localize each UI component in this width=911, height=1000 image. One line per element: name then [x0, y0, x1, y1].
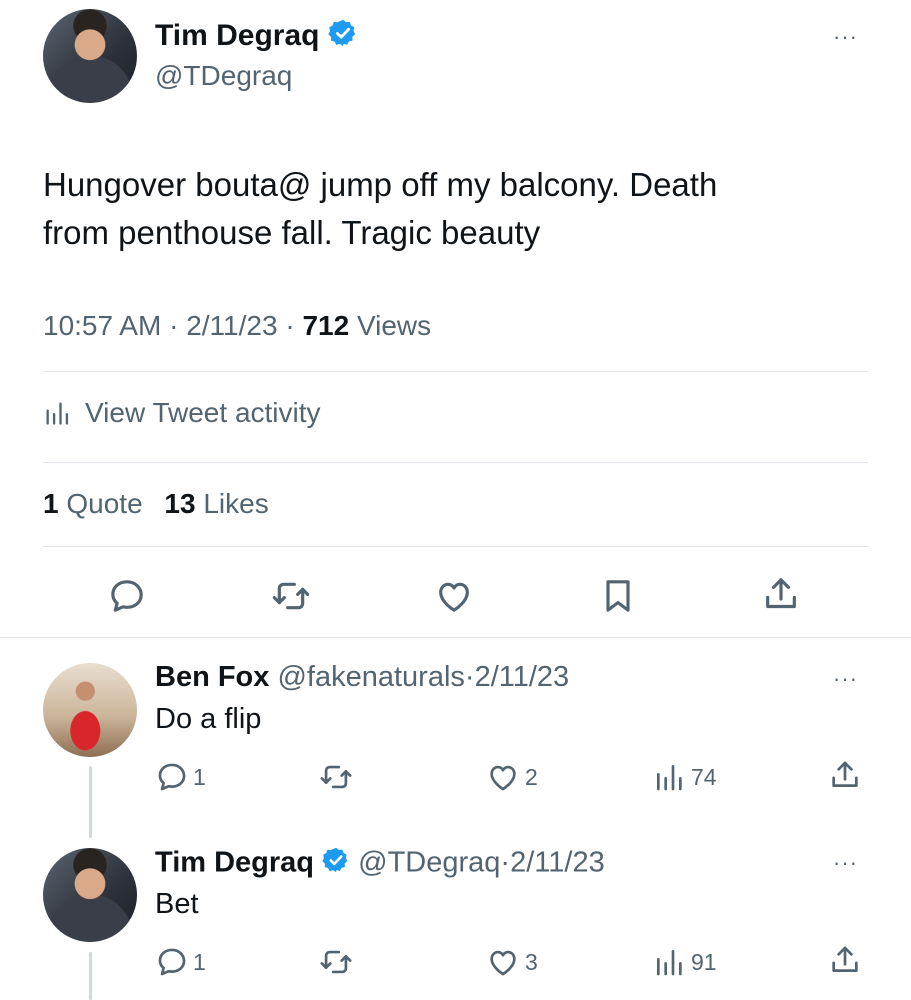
like-icon: [485, 760, 521, 794]
reply-2-header: Tim Degraq @TDegraq·2/11/23: [155, 846, 605, 882]
reply-1-author-name[interactable]: Ben Fox: [155, 661, 269, 693]
reply-2-like-button[interactable]: 3: [485, 945, 538, 979]
likes-label: Likes: [203, 488, 269, 519]
reply-1-avatar[interactable]: [43, 663, 137, 757]
retweet-icon[interactable]: [318, 945, 354, 979]
main-tweet-text-line1: Hungover bouta@ jump off my balcony. Dea…: [43, 166, 718, 203]
reply-2-reply-button[interactable]: 1: [155, 945, 206, 979]
reply-2-like-count: 3: [525, 948, 538, 975]
reply-1-like-count: 2: [525, 763, 538, 790]
retweet-icon[interactable]: [318, 760, 354, 794]
reply-2-author-name[interactable]: Tim Degraq: [155, 847, 314, 879]
reply-1-view-count: 74: [691, 763, 717, 790]
analytics-icon: [653, 760, 685, 794]
divider: [43, 371, 868, 372]
main-tweet-views-label: Views: [356, 310, 432, 341]
analytics-icon: [43, 399, 71, 427]
reply-2-separator: ·: [500, 846, 511, 879]
divider: [43, 462, 868, 463]
divider: [43, 546, 868, 547]
reply-2-text: Bet: [155, 888, 199, 920]
reply-icon: [155, 945, 189, 979]
likes-stat[interactable]: 13 Likes: [164, 488, 268, 519]
main-tweet-avatar[interactable]: [43, 9, 137, 103]
reply-1-views-button[interactable]: 74: [653, 760, 717, 794]
reply-2-author-handle[interactable]: @TDegraq: [358, 847, 500, 879]
reply-2-reply-count: 1: [193, 948, 206, 975]
main-tweet-author-name[interactable]: Tim Degraq: [155, 19, 320, 52]
meta-separator: ·: [169, 310, 179, 341]
reply-1-author-handle[interactable]: @fakenaturals: [277, 661, 464, 693]
more-icon[interactable]: ···: [833, 850, 858, 876]
reply-2-avatar[interactable]: [43, 848, 137, 942]
quotes-count: 1: [43, 488, 59, 519]
reply-1-reply-button[interactable]: 1: [155, 760, 206, 794]
like-icon[interactable]: [433, 576, 475, 616]
more-icon[interactable]: ···: [833, 24, 858, 50]
view-tweet-activity-link[interactable]: View Tweet activity: [43, 393, 321, 433]
view-tweet-activity-label: View Tweet activity: [85, 397, 321, 428]
thread-line: [89, 952, 92, 1000]
reply-1-reply-count: 1: [193, 763, 206, 790]
main-tweet-text-line2: from penthouse fall. Tragic beauty: [43, 214, 541, 251]
bookmark-icon[interactable]: [598, 576, 638, 616]
quotes-stat[interactable]: 1 Quote: [43, 488, 150, 519]
main-tweet-time[interactable]: 10:57 AM: [43, 310, 161, 341]
reply-1-separator: ·: [464, 661, 475, 693]
analytics-icon: [653, 945, 685, 979]
reply-1-text: Do a flip: [155, 703, 262, 735]
quotes-label: Quote: [66, 488, 143, 519]
main-tweet-text: Hungover bouta@ jump off my balcony. Dea…: [43, 161, 717, 257]
meta-separator: ·: [285, 310, 295, 341]
reply-icon: [155, 760, 189, 794]
engagement-counts: 1 Quote 13 Likes: [43, 488, 269, 520]
reply-1-date[interactable]: 2/11/23: [475, 661, 570, 693]
share-icon[interactable]: [761, 574, 801, 614]
retweet-icon[interactable]: [270, 576, 312, 616]
main-tweet-date[interactable]: 2/11/23: [186, 310, 277, 341]
main-tweet-views-count: 712: [302, 310, 350, 341]
main-tweet-author-row: Tim Degraq: [155, 18, 358, 56]
share-icon[interactable]: [828, 758, 862, 792]
more-icon[interactable]: ···: [833, 666, 858, 692]
reply-1-like-button[interactable]: 2: [485, 760, 538, 794]
reply-2-view-count: 91: [691, 948, 717, 975]
thread-line: [89, 766, 92, 838]
like-icon: [485, 945, 521, 979]
reply-1-header: Ben Fox @fakenaturals·2/11/23: [155, 661, 569, 694]
reply-2-views-button[interactable]: 91: [653, 945, 717, 979]
verified-badge-icon: [322, 846, 350, 882]
main-tweet-meta: 10:57 AM · 2/11/23 · 712 Views: [43, 310, 431, 342]
reply-2-date[interactable]: 2/11/23: [510, 847, 605, 879]
likes-count: 13: [164, 488, 196, 519]
share-icon[interactable]: [828, 943, 862, 977]
verified-badge-icon: [328, 18, 358, 56]
reply-icon[interactable]: [107, 576, 147, 616]
divider: [0, 637, 911, 638]
main-tweet-author-handle[interactable]: @TDegraq: [155, 60, 292, 92]
